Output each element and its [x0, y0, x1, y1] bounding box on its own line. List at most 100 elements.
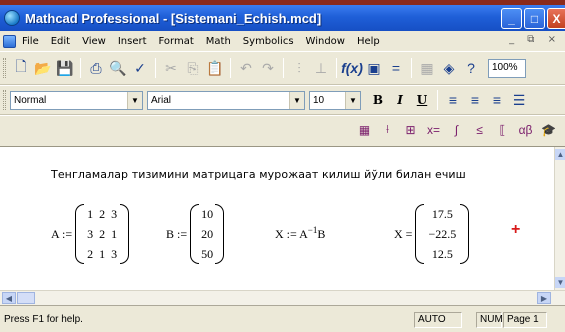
- matrix-cell: 1: [99, 246, 106, 261]
- horizontal-scrollbar[interactable]: ◀ ▶: [0, 290, 565, 305]
- x-definition-lhs: X := A: [275, 227, 308, 241]
- menu-file[interactable]: File: [20, 36, 45, 47]
- menu-math[interactable]: Math: [200, 36, 237, 47]
- matrix-a-label: A :=: [51, 226, 73, 241]
- vector-b: 10 20 50: [190, 204, 225, 264]
- menu-window[interactable]: Window: [300, 36, 351, 47]
- greek-icon[interactable]: αβ: [517, 121, 534, 138]
- calculator-icon[interactable]: ▦: [356, 121, 373, 138]
- toolbar-grip[interactable]: [3, 58, 6, 78]
- insert-component-icon[interactable]: ▦: [416, 57, 438, 79]
- save-icon[interactable]: 💾: [54, 57, 76, 79]
- underline-button[interactable]: U: [411, 93, 433, 107]
- mathcad-app-icon[interactable]: [4, 10, 20, 26]
- menu-symbolics[interactable]: Symbolics: [237, 36, 300, 47]
- menu-help[interactable]: Help: [351, 36, 386, 47]
- undo-icon[interactable]: ↶: [235, 57, 257, 79]
- document-window-controls[interactable]: _ ⧉ ×: [509, 34, 561, 45]
- toolbar-separator: [336, 58, 337, 78]
- matrix-cell: 3: [111, 246, 118, 261]
- bold-button[interactable]: B: [367, 93, 389, 107]
- x-definition-rhs: B: [317, 227, 326, 241]
- italic-button[interactable]: I: [389, 93, 411, 107]
- scroll-down-icon[interactable]: ▼: [555, 277, 565, 288]
- cut-icon[interactable]: ✂: [160, 57, 182, 79]
- align-down-icon[interactable]: ⊥: [310, 57, 332, 79]
- vector-b-label: B :=: [166, 226, 188, 241]
- calculus-icon[interactable]: ∫: [448, 121, 465, 138]
- align-across-icon[interactable]: ⫶: [288, 57, 310, 79]
- worksheet-heading[interactable]: Тенгламалар тизимини матрицага мурожаат …: [51, 168, 466, 181]
- matrix-cell: 20: [201, 226, 214, 241]
- document-icon[interactable]: [3, 34, 16, 48]
- programming-icon[interactable]: ⟦: [494, 121, 511, 138]
- paste-icon[interactable]: 📋: [204, 57, 226, 79]
- chevron-down-icon[interactable]: ▼: [127, 91, 142, 109]
- matrix-row: 17.5: [426, 204, 458, 224]
- vertical-scrollbar[interactable]: ▲ ▼: [554, 147, 565, 290]
- toolbar-grip[interactable]: [3, 90, 6, 110]
- insert-unit-icon[interactable]: ▣: [363, 57, 385, 79]
- symbolic-icon[interactable]: 🎓: [540, 121, 557, 138]
- scrollbar-thumb[interactable]: [17, 292, 35, 304]
- matrix-row: 3 2 1: [84, 224, 120, 244]
- x-result[interactable]: X = 17.5 −22.5 12.5: [394, 204, 470, 264]
- right-paren: [460, 204, 470, 264]
- boolean-icon[interactable]: ≤: [471, 121, 488, 138]
- zoom-select[interactable]: 100%: [488, 58, 526, 78]
- minimize-button[interactable]: _: [501, 8, 522, 29]
- window-controls: _ □ X: [501, 8, 565, 29]
- evaluation-icon[interactable]: x=: [425, 121, 442, 138]
- align-right-icon[interactable]: ≡: [486, 89, 508, 111]
- status-help-text: Press F1 for help.: [4, 314, 83, 325]
- font-size-select[interactable]: 10 ▼: [309, 90, 361, 110]
- matrix-icon[interactable]: ⊞: [402, 121, 419, 138]
- style-value: Normal: [14, 94, 47, 106]
- menu-format[interactable]: Format: [153, 36, 200, 47]
- chevron-down-icon[interactable]: ▼: [345, 91, 360, 109]
- matrix-cell: 2: [87, 246, 94, 261]
- scroll-right-icon[interactable]: ▶: [537, 292, 551, 304]
- vector-b-definition[interactable]: B := 10 20 50: [166, 204, 225, 264]
- font-size-value: 10: [313, 94, 325, 106]
- graph-icon[interactable]: ⟊: [379, 121, 396, 138]
- help-icon[interactable]: ?: [460, 57, 482, 79]
- formatting-toolbar: Normal ▼ Arial ▼ 10 ▼ B I U ≡ ≡ ≡ ☰: [0, 85, 565, 115]
- maximize-button[interactable]: □: [524, 8, 545, 29]
- print-icon[interactable]: ⎙: [85, 57, 107, 79]
- insert-function-icon[interactable]: f(x): [341, 57, 363, 79]
- close-button[interactable]: X: [547, 8, 565, 29]
- menu-edit[interactable]: Edit: [45, 36, 76, 47]
- title-bar[interactable]: Mathcad Professional - [Sistemani_Echish…: [0, 5, 565, 31]
- matrix-a-definition[interactable]: A := 1 2 3 3 2 1 2 1 3: [51, 204, 130, 264]
- matrix-row: 20: [199, 224, 215, 244]
- redo-icon[interactable]: ↷: [257, 57, 279, 79]
- matrix-a: 1 2 3 3 2 1 2 1 3: [75, 204, 130, 264]
- left-paren: [415, 204, 425, 264]
- align-center-icon[interactable]: ≡: [464, 89, 486, 111]
- matrix-cell: −22.5: [428, 226, 457, 241]
- scroll-up-icon[interactable]: ▲: [555, 149, 565, 160]
- x-definition[interactable]: X := A −1 B: [275, 225, 326, 242]
- scroll-left-icon[interactable]: ◀: [2, 292, 16, 304]
- style-select[interactable]: Normal ▼: [10, 90, 143, 110]
- status-num: NUM: [476, 312, 503, 328]
- copy-icon[interactable]: ⎘: [182, 57, 204, 79]
- new-icon[interactable]: 🗋: [10, 57, 32, 79]
- open-icon[interactable]: 📂: [32, 57, 54, 79]
- menu-insert[interactable]: Insert: [112, 36, 153, 47]
- bullets-icon[interactable]: ☰: [508, 89, 530, 111]
- right-paren: [120, 204, 130, 264]
- evaluate-icon[interactable]: =: [385, 57, 407, 79]
- menu-view[interactable]: View: [76, 36, 112, 47]
- resource-icon[interactable]: ◈: [438, 57, 460, 79]
- matrix-cell: 12.5: [431, 246, 453, 261]
- font-select[interactable]: Arial ▼: [147, 90, 305, 110]
- matrix-cell: 2: [99, 206, 106, 221]
- align-left-icon[interactable]: ≡: [442, 89, 464, 111]
- status-page: Page 1: [503, 312, 547, 328]
- spell-check-icon[interactable]: ✓: [129, 57, 151, 79]
- chevron-down-icon[interactable]: ▼: [289, 91, 304, 109]
- print-preview-icon[interactable]: 🔍: [107, 57, 129, 79]
- worksheet-area[interactable]: Тенгламалар тизимини матрицага мурожаат …: [0, 147, 554, 290]
